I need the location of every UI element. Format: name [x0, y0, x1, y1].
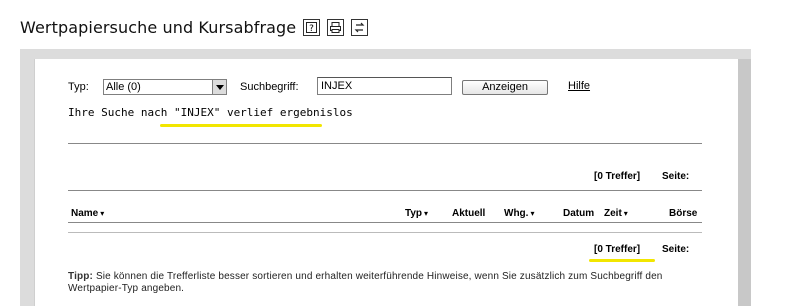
help-link[interactable]: Hilfe: [568, 80, 590, 92]
help-icon[interactable]: ?: [303, 18, 321, 36]
search-label: Suchbegriff:: [240, 81, 299, 93]
result-message: Ihre Suche nach "INJEX" verlief ergebnis…: [68, 106, 353, 119]
tip-prefix: Tipp:: [68, 271, 94, 282]
typ-select-value: Alle (0): [106, 81, 141, 93]
highlight-underline: [160, 124, 322, 127]
divider: [68, 232, 702, 233]
sort-icon[interactable]: ▾: [100, 209, 104, 218]
divider: [68, 222, 702, 223]
sort-icon[interactable]: ▾: [624, 209, 628, 218]
column-boerse: Börse: [669, 208, 698, 219]
divider: [68, 190, 702, 191]
typ-select[interactable]: Alle (0): [103, 79, 227, 95]
typ-label: Typ:: [68, 81, 89, 93]
divider: [68, 143, 702, 144]
column-datum: Datum: [563, 208, 595, 219]
column-aktuell: Aktuell: [452, 208, 486, 219]
column-typ[interactable]: Typ ▾: [405, 208, 428, 219]
tip-body: Sie können die Trefferliste besser sorti…: [68, 271, 663, 294]
hits-count-bottom: [0 Treffer]: [594, 244, 641, 255]
frame-shadow: [738, 59, 751, 306]
column-waehrung[interactable]: Whg. ▾: [504, 208, 534, 219]
search-input[interactable]: INJEX: [317, 77, 452, 95]
page-label-top: Seite:: [662, 171, 690, 182]
sort-icon[interactable]: ▾: [424, 209, 428, 218]
svg-text:?: ?: [309, 24, 314, 34]
chevron-down-icon[interactable]: [212, 80, 226, 94]
tip-text: Tipp: Sie können die Trefferliste besser…: [68, 271, 708, 295]
refresh-icon[interactable]: [351, 18, 369, 36]
print-icon[interactable]: [327, 18, 345, 36]
search-panel: [34, 59, 738, 306]
column-zeit[interactable]: Zeit ▾: [604, 208, 628, 219]
page-label-bottom: Seite:: [662, 244, 690, 255]
page-title: Wertpapiersuche und Kursabfrage: [20, 17, 297, 37]
column-name[interactable]: Name ▾: [71, 208, 104, 219]
show-button[interactable]: Anzeigen: [462, 80, 548, 95]
page-header: Wertpapiersuche und Kursabfrage ?: [20, 16, 369, 38]
hits-count-top: [0 Treffer]: [594, 171, 641, 182]
highlight-underline: [589, 259, 655, 262]
sort-icon[interactable]: ▾: [530, 209, 534, 218]
